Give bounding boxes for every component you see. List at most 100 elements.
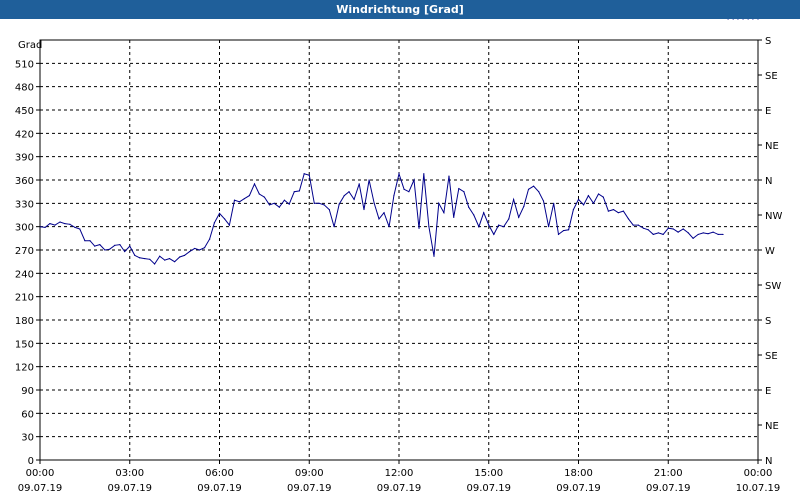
data-point xyxy=(358,183,360,185)
data-point xyxy=(692,237,694,239)
data-point xyxy=(493,233,495,236)
data-point xyxy=(562,229,565,232)
data-point xyxy=(478,226,480,228)
y-tick-label: 510 xyxy=(15,59,34,70)
data-point xyxy=(637,224,639,226)
data-point xyxy=(527,188,530,190)
data-point xyxy=(308,174,310,176)
data-point xyxy=(667,227,669,229)
y-tick-label: 300 xyxy=(15,223,34,234)
data-point xyxy=(503,226,505,228)
data-point xyxy=(313,202,315,204)
data-point xyxy=(79,228,81,230)
data-point xyxy=(69,223,71,225)
data-point xyxy=(278,206,280,208)
data-point xyxy=(283,199,286,201)
y2-tick-label: E xyxy=(765,106,771,117)
data-point xyxy=(627,218,630,220)
data-point xyxy=(538,191,540,193)
data-point xyxy=(622,210,624,212)
y-tick-label: 30 xyxy=(21,433,34,444)
data-point xyxy=(747,19,749,20)
data-point xyxy=(732,19,734,20)
data-point xyxy=(194,247,196,250)
x-tick-date: 09.07.19 xyxy=(197,483,242,494)
data-point xyxy=(338,203,340,205)
data-point xyxy=(298,190,300,192)
data-point xyxy=(64,222,66,225)
data-point xyxy=(413,179,415,181)
data-point xyxy=(263,196,265,198)
data-point xyxy=(89,240,91,242)
data-point xyxy=(553,202,555,204)
data-point xyxy=(99,243,101,246)
data-point xyxy=(333,226,335,228)
data-point xyxy=(253,183,256,185)
data-point xyxy=(438,202,440,204)
y-tick-label: 360 xyxy=(15,176,34,187)
data-point xyxy=(388,226,390,228)
y-axis-label: Grad xyxy=(18,40,42,51)
y-tick-label: 120 xyxy=(15,363,34,374)
x-tick-time: 00:00 xyxy=(744,468,773,479)
data-point xyxy=(702,232,704,234)
data-point xyxy=(722,233,724,236)
data-point xyxy=(672,228,674,230)
data-point xyxy=(458,187,460,190)
data-point xyxy=(657,232,659,234)
data-point xyxy=(303,173,305,175)
data-point xyxy=(139,257,141,259)
data-point xyxy=(159,255,161,257)
data-point xyxy=(124,250,126,253)
y2-tick-label: N xyxy=(765,456,772,467)
data-point xyxy=(248,194,251,197)
data-point xyxy=(84,240,86,242)
data-point xyxy=(368,179,370,181)
data-point xyxy=(592,202,595,204)
data-point xyxy=(757,19,759,20)
data-point xyxy=(607,210,610,212)
data-point xyxy=(448,175,450,177)
y-tick-label: 390 xyxy=(15,153,34,164)
data-point xyxy=(727,19,729,20)
data-point xyxy=(114,244,116,246)
data-point xyxy=(343,194,345,197)
data-point xyxy=(228,224,230,226)
x-tick-date: 09.07.19 xyxy=(466,483,511,494)
data-point xyxy=(323,204,325,206)
data-point xyxy=(542,200,545,202)
data-point xyxy=(373,202,375,204)
data-point xyxy=(483,212,485,214)
data-point xyxy=(174,261,176,263)
data-point xyxy=(423,173,425,175)
y2-tick-label: SE xyxy=(765,351,778,362)
data-point xyxy=(233,199,236,201)
data-point xyxy=(49,222,51,225)
data-point xyxy=(662,233,664,236)
y-tick-label: 240 xyxy=(15,269,34,280)
data-point xyxy=(209,238,211,240)
y-tick-label: 270 xyxy=(15,246,34,257)
data-point xyxy=(557,233,560,236)
data-point xyxy=(59,221,61,223)
data-point xyxy=(572,208,575,211)
data-point xyxy=(74,226,76,229)
data-point xyxy=(602,196,604,198)
data-point xyxy=(523,205,525,208)
data-point xyxy=(198,249,201,251)
data-point xyxy=(433,255,435,257)
data-point xyxy=(652,233,654,236)
y2-tick-label: NE xyxy=(765,421,779,432)
y-tick-label: 480 xyxy=(15,83,34,94)
data-point xyxy=(707,233,709,235)
x-axis-ticks: 00:00 09.07.19 03:00 09.07.19 06:00 09.07.19 0… xyxy=(18,460,781,494)
x-tick-date: 09.07.19 xyxy=(107,483,152,494)
data-point xyxy=(44,226,46,229)
data-point xyxy=(687,232,689,234)
y2-tick-label: E xyxy=(765,386,771,397)
data-point xyxy=(612,208,615,211)
data-point xyxy=(597,193,600,195)
y-axis-ticks: 0 30 60 90 120 150 180 210 240 270 300 330 360 390 420… xyxy=(15,59,40,467)
x-tick-date: 09.07.19 xyxy=(287,483,332,494)
x-tick-date: 10.07.19 xyxy=(736,483,781,494)
